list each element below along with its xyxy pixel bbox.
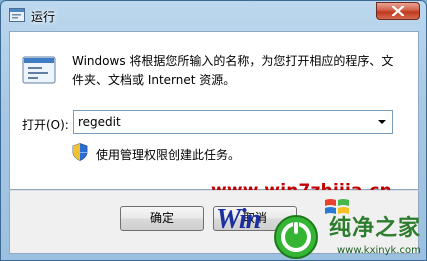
site-name: 纯净之家 [329, 215, 422, 241]
dropdown-arrow-icon[interactable] [378, 120, 386, 124]
site-logo-icon [274, 215, 318, 259]
close-icon [392, 6, 404, 16]
title-bar[interactable]: 运行 [1, 1, 426, 31]
watermark-logo-text: Win [216, 204, 261, 235]
admin-note: 使用管理权限创建此任务。 [96, 148, 241, 162]
command-combobox[interactable] [73, 110, 393, 134]
close-button[interactable] [376, 2, 420, 20]
dialog-description: Windows 将根据您所输入的名称，为您打开相应的程序、文件夹、文档或 Int… [72, 54, 394, 87]
dialog-content: Windows 将根据您所输入的名称，为您打开相应的程序、文件夹、文档或 Int… [9, 31, 419, 190]
run-app-icon [9, 8, 25, 22]
site-url: www.kxinyk.com [337, 245, 421, 256]
ok-button[interactable]: 确定 [120, 206, 204, 231]
uac-shield-icon [72, 143, 88, 161]
window-title: 运行 [31, 10, 56, 24]
open-label: 打开(O): [22, 118, 69, 132]
run-dialog-window: 运行 Windows 将根据您所输入的名称，为您打开相应的程序、文件夹、文档或 … [0, 0, 427, 261]
run-program-icon [22, 56, 56, 84]
command-input[interactable] [78, 113, 368, 131]
